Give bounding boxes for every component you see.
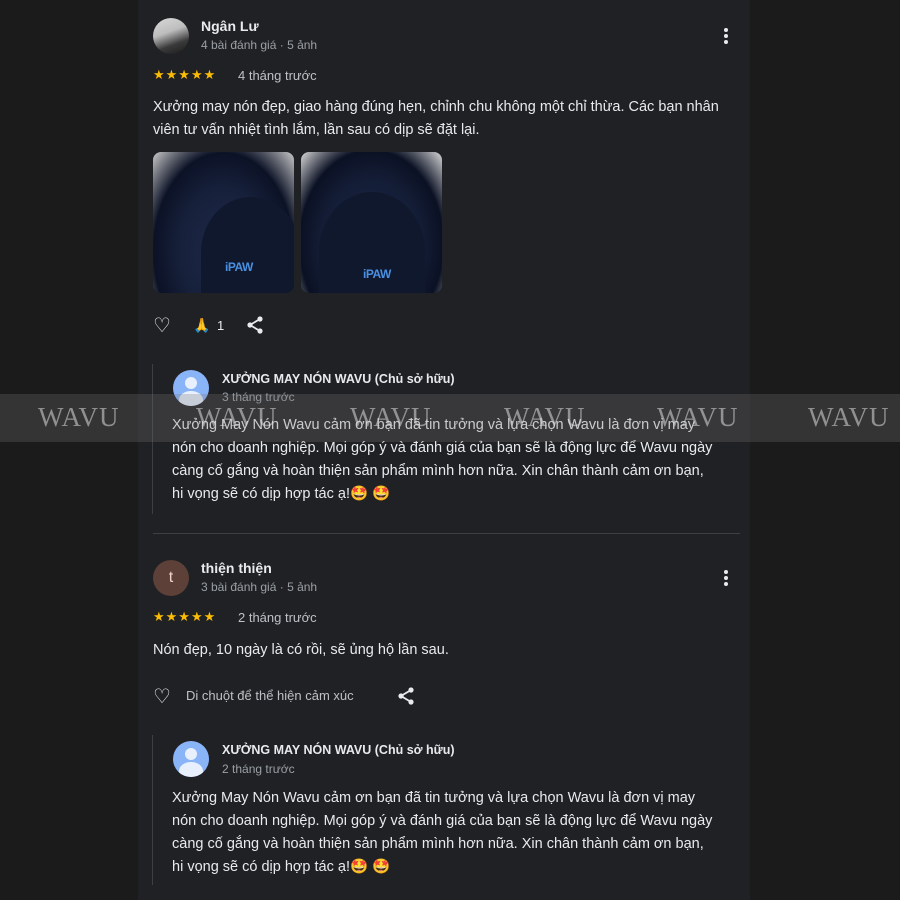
reviewer-meta: 4 bài đánh giá · 5 ảnh [201,38,318,52]
star-rating: ★★★★★ [153,67,217,82]
review-actions: ♡ 🙏 1 [153,313,293,337]
reviewer-name[interactable]: Ngân Lư [201,18,259,34]
owner-reply-time: 2 tháng trước [222,762,295,776]
review-text: Xưởng may nón đẹp, giao hàng đúng hẹn, c… [153,99,719,138]
reviewer-meta: 3 bài đánh giá · 5 ảnh [201,580,318,594]
reviewer-avatar[interactable] [153,18,189,54]
review-time: 2 tháng trước [238,610,317,625]
reviewer-name[interactable]: thiện thiện [201,560,272,576]
more-options-icon[interactable] [721,568,731,588]
right-backdrop [750,0,900,900]
owner-avatar [173,370,209,406]
left-backdrop [0,0,138,900]
owner-avatar [173,741,209,777]
reviewer-avatar[interactable]: t [153,560,189,596]
review-photo[interactable]: iPAW [153,152,294,293]
heart-icon[interactable]: ♡ [153,313,171,338]
owner-reply-text: Xưởng May Nón Wavu cảm ơn bạn đã tin tưở… [172,790,713,875]
photo-logo: iPAW [225,260,253,274]
owner-reply: XƯỞNG MAY NÓN WAVU (Chủ sở hữu) 2 tháng … [152,735,733,885]
review-actions: ♡ Di chuột để thể hiện cảm xúc [153,684,423,708]
review-time: 4 tháng trước [238,68,317,83]
reviews-panel: Ngân Lư 4 bài đánh giá · 5 ảnh ★★★★★ 4 t… [138,0,750,900]
reaction-hint: Di chuột để thể hiện cảm xúc [186,688,354,703]
share-icon[interactable] [245,315,265,335]
review-photo[interactable]: iPAW [301,152,442,293]
star-rating: ★★★★★ [153,609,217,624]
reaction-count: 1 [217,318,225,333]
review-divider [153,533,740,534]
share-icon[interactable] [396,686,416,706]
more-options-icon[interactable] [721,26,731,46]
owner-name: XƯỞNG MAY NÓN WAVU (Chủ sở hữu) [222,372,455,386]
photo-logo: iPAW [363,267,391,281]
reaction-emoji[interactable]: 🙏 [193,317,210,334]
heart-icon[interactable]: ♡ [153,684,171,709]
owner-reply: XƯỞNG MAY NÓN WAVU (Chủ sở hữu) 3 tháng … [152,364,733,514]
owner-name: XƯỞNG MAY NÓN WAVU (Chủ sở hữu) [222,743,455,757]
owner-reply-time: 3 tháng trước [222,390,295,404]
owner-reply-text: Xưởng May Nón Wavu cảm ơn bạn đã tin tưở… [172,417,713,502]
review-text: Nón đẹp, 10 ngày là có rồi, sẽ ủng hộ lầ… [153,642,449,658]
